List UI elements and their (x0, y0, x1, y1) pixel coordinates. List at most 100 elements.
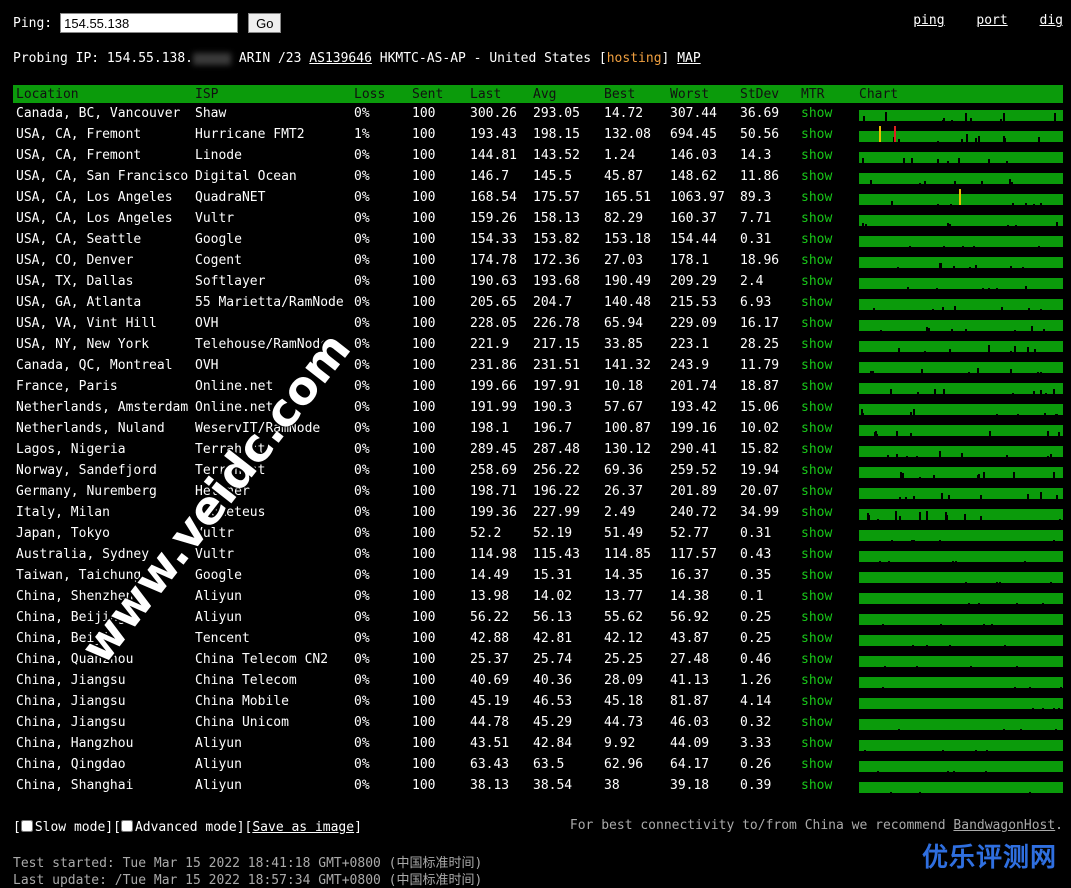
cell-isp: Vultr (195, 211, 235, 226)
cell-stdev: 14.3 (740, 148, 772, 163)
table-row: USA, CA, San Francisco Digital Ocean 0% 100… (13, 166, 1063, 187)
table-row: USA, CA, Fremont Hurricane FMT2 1% 100 193.4… (13, 124, 1063, 145)
latency-chart-cell (856, 145, 1063, 166)
asn-link[interactable]: AS139646 (309, 51, 372, 66)
mtr-show-link[interactable]: show (798, 460, 856, 481)
jitter-spike (917, 392, 920, 394)
mtr-show-link[interactable]: show (798, 754, 856, 775)
save-image-link[interactable]: Save as image (252, 820, 354, 835)
cell-worst: 44.09 (670, 736, 710, 751)
jitter-spike (941, 493, 944, 499)
mtr-show-link[interactable]: show (798, 334, 856, 355)
cell-last: 221.9 (470, 337, 510, 352)
port-link[interactable]: port (976, 13, 1007, 28)
ping-label: Ping: (13, 15, 53, 31)
jitter-spike (936, 141, 939, 142)
cell-last: 193.43 (470, 127, 517, 142)
latency-bar (859, 383, 1063, 394)
bandwagonhost-link[interactable]: BandwagonHost (953, 818, 1055, 833)
mtr-show-link[interactable]: show (798, 355, 856, 376)
jitter-spike (969, 666, 972, 667)
cell-stdev: 15.82 (740, 442, 780, 457)
mtr-show-link[interactable]: show (798, 628, 856, 649)
mtr-show-link[interactable]: show (798, 313, 856, 334)
cell-sent: 100 (412, 337, 436, 352)
mtr-show-link[interactable]: show (798, 208, 856, 229)
cell-loss: 0% (354, 652, 370, 667)
mtr-show-link[interactable]: show (798, 418, 856, 439)
advanced-mode-checkbox[interactable] (120, 820, 133, 832)
latency-chart-cell (856, 166, 1063, 187)
mtr-show-link[interactable]: show (798, 712, 856, 733)
cell-loss: 0% (354, 106, 370, 121)
cell-last: 13.98 (470, 589, 510, 604)
jitter-spike (883, 666, 886, 667)
cell-loss: 0% (354, 589, 370, 604)
latency-chart-cell (856, 103, 1063, 124)
cell-isp: China Mobile (195, 694, 289, 709)
mtr-show-link[interactable]: show (798, 271, 856, 292)
cell-worst: 307.44 (670, 106, 717, 121)
cell-avg: 45.29 (533, 715, 573, 730)
mtr-show-link[interactable]: show (798, 187, 856, 208)
mtr-show-link[interactable]: show (798, 733, 856, 754)
jitter-spike (945, 512, 948, 520)
latency-bar (859, 593, 1063, 604)
cell-best: 13.77 (604, 589, 644, 604)
cell-best: 26.37 (604, 484, 644, 499)
table-row: China, Shanghai Aliyun 0% 100 38.13 38.54 38 39… (13, 775, 1063, 796)
cell-avg: 197.91 (533, 379, 580, 394)
mtr-show-link[interactable]: show (798, 229, 856, 250)
jitter-spike (1042, 603, 1045, 604)
mtr-show-link[interactable]: show (798, 775, 856, 796)
cell-location: Taiwan, Taichung (16, 568, 142, 583)
mtr-show-link[interactable]: show (798, 649, 856, 670)
cell-avg: 25.74 (533, 652, 573, 667)
mtr-show-link[interactable]: show (798, 691, 856, 712)
jitter-spike (947, 495, 950, 499)
ping-link[interactable]: ping (913, 13, 944, 28)
jitter-spike (924, 182, 927, 184)
jitter-spike (979, 495, 982, 499)
cell-isp: OVH (195, 358, 219, 373)
ip-input[interactable] (60, 13, 239, 33)
cell-worst: 229.09 (670, 316, 717, 331)
slow-mode-checkbox[interactable] (20, 820, 33, 832)
mtr-show-link[interactable]: show (798, 166, 856, 187)
mtr-show-link[interactable]: show (798, 439, 856, 460)
mtr-show-link[interactable]: show (798, 670, 856, 691)
jitter-spike (948, 349, 951, 352)
mtr-show-link[interactable]: show (798, 523, 856, 544)
mtr-show-link[interactable]: show (798, 103, 856, 124)
mtr-show-link[interactable]: show (798, 502, 856, 523)
mtr-show-link[interactable]: show (798, 145, 856, 166)
jitter-spike (1026, 347, 1029, 352)
map-link[interactable]: MAP (677, 51, 700, 66)
jitter-spike (1029, 687, 1032, 688)
mtr-show-link[interactable]: show (798, 292, 856, 313)
cell-isp: Terrahost (195, 442, 266, 457)
cell-sent: 100 (412, 673, 436, 688)
latency-chart-cell (856, 502, 1063, 523)
cell-stdev: 36.69 (740, 106, 780, 121)
mtr-show-link[interactable]: show (798, 124, 856, 145)
cell-worst: 223.1 (670, 337, 710, 352)
cell-sent: 100 (412, 379, 436, 394)
mtr-show-link[interactable]: show (798, 607, 856, 628)
latency-bar (859, 152, 1063, 163)
go-button[interactable]: Go (248, 13, 282, 33)
brand-logo: 优乐评测网 (921, 843, 1057, 873)
mtr-show-link[interactable]: show (798, 481, 856, 502)
mtr-show-link[interactable]: show (798, 376, 856, 397)
jitter-spike (1027, 494, 1030, 499)
jitter-spike (987, 345, 990, 352)
jitter-spike (1040, 309, 1043, 310)
jitter-spike (915, 666, 918, 667)
mtr-show-link[interactable]: show (798, 250, 856, 271)
mtr-show-link[interactable]: show (798, 544, 856, 565)
jitter-spike (977, 136, 980, 142)
dig-link[interactable]: dig (1040, 13, 1063, 28)
mtr-show-link[interactable]: show (798, 397, 856, 418)
mtr-show-link[interactable]: show (798, 565, 856, 586)
mtr-show-link[interactable]: show (798, 586, 856, 607)
